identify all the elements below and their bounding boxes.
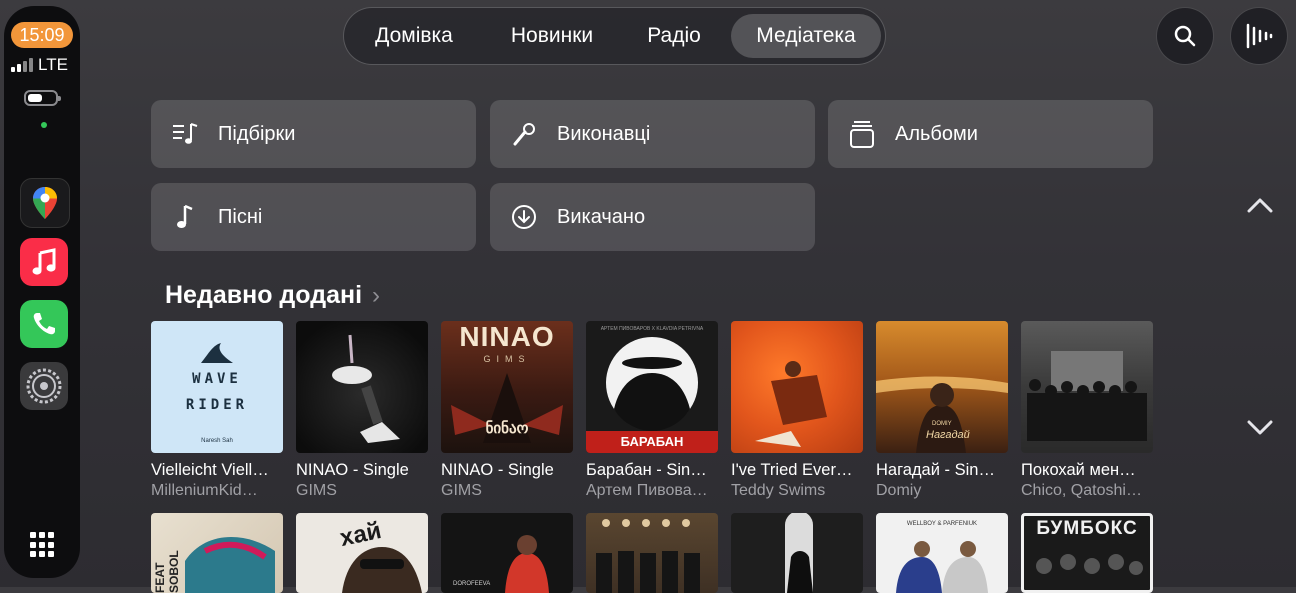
sound-bars-icon [1246,23,1273,49]
album-artist: Domiy [876,482,922,499]
cover-text: FEAT SOBOL [153,550,181,593]
album-title: Нагадай - Sin… [876,461,995,479]
album-art[interactable]: БУМБОКС [1021,513,1153,593]
album-artist: MilleniumKid… [151,482,258,499]
album-art: АРТЕМ ПИВОВАРОВ X KLAVDIA PETRIVNA БАРАБ… [586,321,718,453]
album-art[interactable] [586,513,718,593]
cover-artist: DOMIY [932,421,952,427]
status-time: 15:09 [11,22,73,48]
album-art[interactable]: хай [296,513,428,593]
chevron-up-icon [1247,198,1273,213]
carplay-dock: 15:09 LTE [4,6,80,578]
album-art: WAVE RIDER Naresh Sah [151,321,283,453]
tab-home[interactable]: Домівка [356,14,472,58]
library-albums[interactable]: Альбоми [828,100,1153,168]
album-card[interactable]: NINAO GIMS ნინაო NINAO - Single GIMS [441,321,573,500]
cover-title: NINAO [459,321,555,352]
search-icon [1174,25,1196,47]
album-art[interactable] [731,513,863,593]
album-card[interactable]: DOMIY Нагадай Нагадай - Sin… Domiy [876,321,1008,500]
network-type: LTE [38,55,68,74]
recently-added-header[interactable]: Недавно додані › [165,281,380,310]
album-title: Барабан - Sin… [586,461,707,479]
cover-text-1: WAVE [192,371,242,387]
cover-title: Нагадай [926,429,970,441]
music-note-icon [172,204,198,230]
tab-new[interactable]: Новинки [488,14,616,58]
tab-radio[interactable]: Радіо [628,14,720,58]
battery-icon [24,90,61,106]
recently-added-title: Недавно додані [165,281,363,309]
cover-text: DOROFEEVA [453,581,491,587]
album-art[interactable]: DOROFEEVA [441,513,573,593]
album-title: Vielleicht Viell… [151,461,269,479]
cover-artist: GIMS [483,354,531,364]
app-grid-icon[interactable] [30,532,56,558]
album-art: NINAO GIMS ნინაო [441,321,573,453]
album-artist: GIMS [441,482,482,499]
phone-icon[interactable] [20,300,68,348]
album-art [731,321,863,453]
album-card[interactable]: WAVE RIDER Naresh Sah Vielleicht Viell… … [151,321,283,500]
album-artist: GIMS [296,482,337,499]
album-artist: Артем Пивова… [586,482,708,499]
library-songs-label: Пісні [218,205,263,228]
cover-georgian: ნინაო [485,420,529,437]
album-art[interactable]: FEAT SOBOL [151,513,283,593]
album-card[interactable]: АРТЕМ ПИВОВАРОВ X KLAVDIA PETRIVNA БАРАБ… [586,321,718,500]
album-title: Покохай мен… [1021,461,1136,479]
cover-credits: АРТЕМ ПИВОВАРОВ X KLAVDIA PETRIVNA [600,326,704,332]
mic-indicator-dot [41,122,47,128]
library-downloaded-label: Викачано [557,205,646,228]
album-art [296,321,428,453]
library-albums-label: Альбоми [895,122,978,145]
chevron-down-icon [1247,420,1273,435]
cover-text-3: Naresh Sah [201,438,233,444]
microphone-icon [511,121,537,147]
signal-bars-icon [11,58,33,72]
download-icon [511,204,537,230]
library-songs[interactable]: Пісні [151,183,476,251]
settings-icon[interactable] [20,362,68,410]
cover-text-2: RIDER [185,397,249,413]
signal-status: LTE [11,55,68,74]
library-artists[interactable]: Виконавці [490,100,815,168]
chevron-right-icon: › [372,281,381,309]
album-card[interactable]: Покохай мен… Chico, Qatoshi… [1021,321,1153,500]
scroll-up-button[interactable] [1244,189,1276,221]
album-art[interactable]: WELLBOY & PARFENIUK [876,513,1008,593]
album-title: NINAO - Single [296,461,409,479]
library-playlists[interactable]: Підбірки [151,100,476,168]
maps-icon[interactable] [20,178,70,228]
album-artist: Teddy Swims [731,482,826,499]
library-playlists-label: Підбірки [218,122,296,145]
album-stack-icon [849,121,875,148]
library-downloaded[interactable]: Викачано [490,183,815,251]
library-artists-label: Виконавці [557,122,651,145]
tab-bar: Домівка Новинки Радіо Медіатека [343,7,886,65]
siri-listen-button[interactable] [1230,7,1288,65]
album-title: I've Tried Ever… [731,461,853,479]
album-title: NINAO - Single [441,461,554,479]
album-art [1021,321,1153,453]
album-card[interactable]: NINAO - Single GIMS [296,321,428,500]
album-card[interactable]: I've Tried Ever… Teddy Swims [731,321,863,500]
album-artist: Chico, Qatoshi… [1021,482,1142,499]
cover-text: БУМБОКС [1036,518,1138,539]
music-icon[interactable] [20,238,68,286]
album-art: DOMIY Нагадай [876,321,1008,453]
tab-library[interactable]: Медіатека [731,14,881,58]
cover-title: БАРАБАН [586,431,718,453]
scroll-down-button[interactable] [1244,412,1276,444]
playlist-icon [172,121,198,147]
search-button[interactable] [1156,7,1214,65]
